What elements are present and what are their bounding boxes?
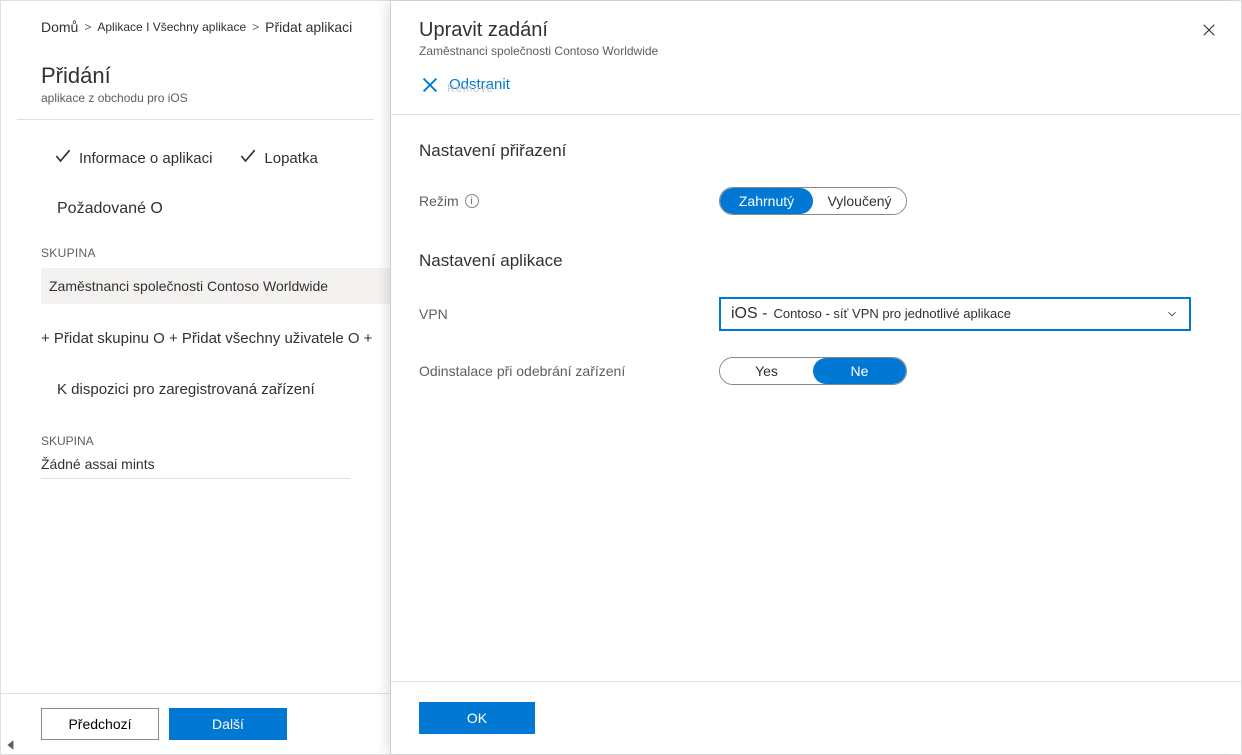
previous-button[interactable]: Předchozí (41, 708, 159, 740)
flyout-title: Upravit zadání (419, 19, 1213, 42)
group-column-header: SKUPINA (1, 218, 390, 268)
edit-assignment-panel: Upravit zadání Zaměstnanci společnosti C… (391, 1, 1241, 754)
flyout-form: Nastavení přiřazení Režim i Zahrnutý Vyl… (391, 115, 1241, 681)
next-button[interactable]: Další (169, 708, 287, 740)
wizard-step-label: Lopatka (264, 150, 317, 167)
breadcrumb-separator: > (252, 20, 259, 34)
mode-included[interactable]: Zahrnutý (720, 188, 813, 214)
add-group-links[interactable]: + Přidat skupinu O + Přidat všechny uživ… (1, 304, 390, 347)
heading-assignment-settings: Nastavení přiřazení (419, 141, 1213, 161)
label-uninstall: Odinstalace při odebrání zařízení (419, 363, 709, 379)
blade-title: Přidání (41, 63, 374, 89)
vpn-select[interactable]: iOS - Contoso - síť VPN pro jednotlivé a… (719, 297, 1191, 331)
blade-header: Přidání aplikace z obchodu pro iOS (1, 47, 390, 107)
row-mode: Režim i Zahrnutý Vyloučený (419, 187, 1213, 215)
remove-ghost-label: Remove (447, 84, 508, 95)
ok-button[interactable]: OK (419, 702, 535, 734)
close-button[interactable] (1195, 17, 1223, 45)
uninstall-yes[interactable]: Yes (720, 358, 813, 384)
section-available: K dispozici pro zaregistrovaná zařízení (1, 347, 390, 398)
section-required: Požadované O (1, 170, 390, 218)
breadcrumb: Domů > Aplikace I Všechny aplikace > Při… (1, 1, 390, 47)
wizard-step-app-info[interactable]: Informace o aplikaci (53, 146, 212, 170)
vpn-value: Contoso - síť VPN pro jednotlivé aplikac… (773, 306, 1011, 321)
wizard-step-blade[interactable]: Lopatka (238, 146, 317, 170)
chevron-down-icon (1165, 307, 1179, 321)
scroll-left-icon[interactable] (5, 738, 17, 750)
flyout-header: Upravit zadání Zaměstnanci společnosti C… (391, 1, 1241, 64)
flyout-subtitle: Zaměstnanci společnosti Contoso Worldwid… (419, 44, 1213, 58)
blade-subtitle: aplikace z obchodu pro iOS (41, 91, 374, 105)
wizard-steps: Informace o aplikaci Lopatka (1, 120, 390, 170)
heading-app-settings: Nastavení aplikace (419, 251, 1213, 271)
add-app-blade: Domů > Aplikace I Všechny aplikace > Při… (1, 1, 391, 754)
remove-icon (419, 74, 441, 100)
row-uninstall: Odinstalace při odebrání zařízení Yes Ne (419, 357, 1213, 385)
mode-toggle[interactable]: Zahrnutý Vyloučený (719, 187, 907, 215)
group-row-contoso[interactable]: Zaměstnanci společnosti Contoso Worldwid… (41, 268, 390, 304)
breadcrumb-separator: > (84, 20, 91, 34)
breadcrumb-home[interactable]: Domů (41, 19, 78, 35)
uninstall-no[interactable]: Ne (813, 358, 906, 384)
close-icon (1200, 27, 1218, 42)
label-vpn: VPN (419, 306, 709, 322)
check-icon (238, 146, 258, 170)
label-mode: Režim i (419, 193, 709, 209)
remove-assignment-button[interactable]: Odstranit Remove (391, 64, 1241, 115)
mode-excluded[interactable]: Vyloučený (813, 188, 906, 214)
group-column-header-2: SKUPINA (1, 398, 390, 456)
label-mode-text: Režim (419, 193, 459, 209)
check-icon (53, 146, 73, 170)
breadcrumb-add[interactable]: Přidat aplikaci (265, 19, 352, 35)
flyout-footer: OK (391, 681, 1241, 754)
empty-group-text: Žádné assai mints (41, 456, 350, 479)
row-vpn: VPN iOS - Contoso - síť VPN pro jednotli… (419, 297, 1213, 331)
wizard-step-label: Informace o aplikaci (79, 150, 212, 167)
breadcrumb-apps[interactable]: Aplikace I Všechny aplikace (97, 20, 246, 34)
blade-footer: Předchozí Další (1, 693, 390, 754)
uninstall-toggle[interactable]: Yes Ne (719, 357, 907, 385)
vpn-prefix: iOS - (731, 305, 767, 323)
info-icon[interactable]: i (465, 194, 479, 208)
